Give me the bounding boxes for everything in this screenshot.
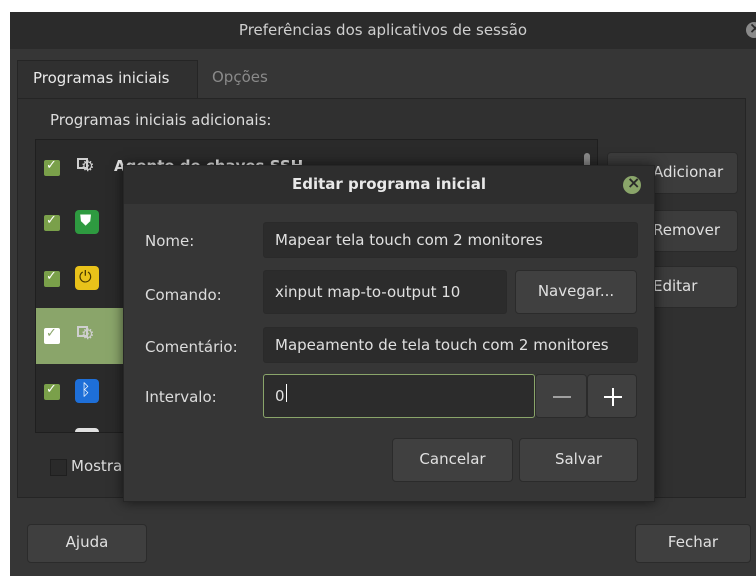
comment-label: Comentário: [145,338,238,356]
show-hidden-label: Mostrar [71,457,129,475]
bluetooth-icon [75,379,99,403]
tab-startup-programs[interactable]: Programas iniciais [17,60,198,99]
comment-field[interactable]: Mapeamento de tela touch com 2 monitores [263,327,638,363]
save-button-label: Salvar [554,450,603,468]
checkbox-checked-icon[interactable] [44,269,60,287]
close-icon[interactable] [623,173,641,194]
tab-label: Programas iniciais [33,69,170,87]
checkbox-checked-icon[interactable] [44,213,60,231]
browse-button-label: Navegar... [537,282,615,300]
shield-icon [75,210,99,234]
gear-icon [75,155,99,179]
gear-icon [75,323,99,347]
checkbox-checked-icon[interactable] [44,158,60,176]
name-label: Nome: [145,232,195,250]
delay-input-value: 0 [275,387,285,405]
checkbox-checked-icon[interactable] [44,326,60,344]
app-icon [75,428,99,432]
minus-icon[interactable] [535,374,587,418]
dialog-title: Editar programa inicial [292,175,486,193]
dialog-titlebar[interactable]: Editar programa inicial [124,166,654,204]
command-field-value: xinput map-to-output 10 [275,283,461,301]
help-button-label: Ajuda [65,533,109,551]
power-icon [75,266,99,290]
command-field[interactable]: xinput map-to-output 10 [263,270,507,314]
save-button[interactable]: Salvar [519,438,638,482]
tab-options[interactable]: Opções [212,68,268,86]
delay-input[interactable]: 0 [263,374,535,418]
plus-icon[interactable] [587,374,637,418]
cancel-button-label: Cancelar [419,450,486,468]
close-button[interactable]: Fechar [635,524,751,563]
help-button[interactable]: Ajuda [27,524,147,563]
comment-field-value: Mapeamento de tela touch com 2 monitores [275,336,609,354]
cancel-button[interactable]: Cancelar [392,438,513,482]
name-field-value: Mapear tela touch com 2 monitores [275,231,543,249]
name-field[interactable]: Mapear tela touch com 2 monitores [263,222,638,258]
window-titlebar[interactable]: Preferências dos aplicativos de sessão [10,12,756,49]
edit-startup-program-dialog: Editar programa inicial Nome: Mapear tel… [123,165,655,502]
close-button-label: Fechar [667,533,719,551]
additional-programs-label: Programas iniciais adicionais: [50,111,272,129]
browse-button[interactable]: Navegar... [515,270,637,314]
checkbox-checked-icon[interactable] [44,382,60,400]
window-close-icon[interactable] [746,19,756,38]
add-button-label: Adicionar [653,163,724,181]
edit-button-label: Editar [653,277,698,295]
command-label: Comando: [145,286,222,304]
remove-button-label: Remover [653,221,721,239]
show-hidden-checkbox[interactable] [50,459,67,476]
delay-label: Intervalo: [145,388,217,406]
window-title: Preferências dos aplicativos de sessão [238,21,528,39]
text-caret [286,384,287,402]
